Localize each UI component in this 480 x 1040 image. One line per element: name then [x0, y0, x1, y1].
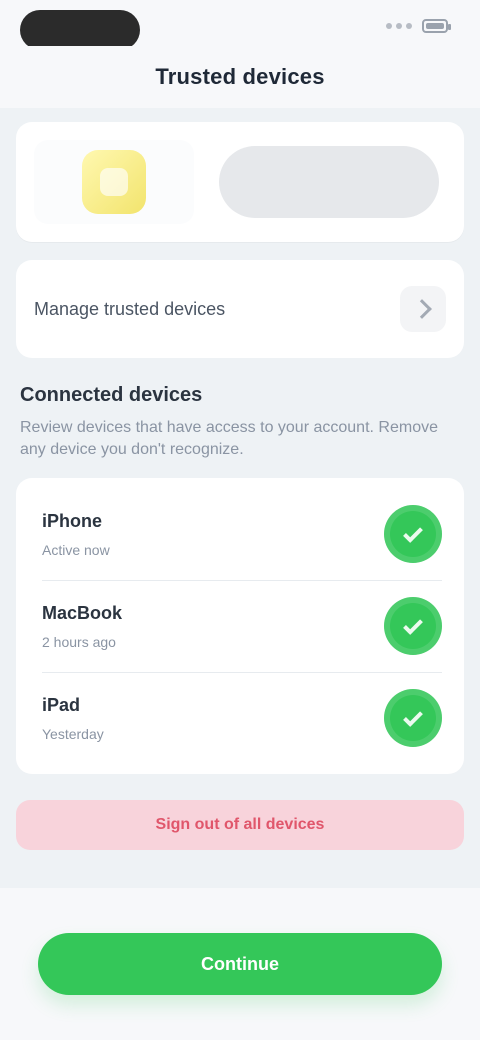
device-subtitle: Yesterday	[42, 725, 104, 742]
device-toggle[interactable]	[384, 689, 442, 748]
device-icon	[82, 150, 146, 214]
check-icon	[403, 707, 423, 728]
danger-action[interactable]: Sign out of all devices	[16, 800, 464, 851]
device-row[interactable]: iPad Yesterday	[16, 672, 464, 764]
hero-illustration	[34, 140, 194, 224]
footer: Continue	[0, 888, 480, 1040]
device-toggle[interactable]	[384, 505, 442, 564]
device-text: iPhone Active now	[42, 511, 110, 558]
check-icon	[403, 523, 423, 544]
hero-card	[16, 122, 464, 242]
main-content: Manage trusted devices Connected devices…	[0, 108, 480, 948]
devices-list: iPhone Active now MacBook 2 hours ago iP…	[16, 478, 464, 775]
device-subtitle: 2 hours ago	[42, 633, 116, 650]
device-text: iPad Yesterday	[42, 695, 104, 742]
hero-placeholder	[212, 146, 446, 218]
device-title: MacBook	[42, 602, 123, 623]
section-description: Review devices that have access to your …	[20, 419, 438, 458]
status-icons	[386, 19, 451, 33]
primary-button[interactable]: Continue	[38, 933, 442, 995]
chevron-button[interactable]	[400, 286, 446, 332]
device-subtitle: Active now	[42, 541, 110, 558]
device-row[interactable]: MacBook 2 hours ago	[16, 580, 464, 672]
top-bar: Trusted devices	[0, 46, 480, 108]
dynamic-island	[20, 10, 140, 50]
signal-icon	[386, 23, 412, 29]
device-text: MacBook 2 hours ago	[42, 603, 122, 650]
manage-row-label: Manage trusted devices	[34, 298, 226, 319]
device-title: iPad	[42, 694, 81, 715]
device-title: iPhone	[42, 510, 103, 531]
section-title: Connected devices	[20, 384, 203, 406]
check-icon	[403, 615, 423, 636]
page-title: Trusted devices	[155, 64, 325, 89]
hero-pill	[219, 146, 439, 218]
device-toggle[interactable]	[384, 597, 442, 656]
manage-row[interactable]: Manage trusted devices	[16, 260, 464, 358]
battery-icon	[422, 19, 451, 33]
device-row[interactable]: iPhone Active now	[16, 488, 464, 580]
chevron-right-icon	[412, 299, 432, 319]
